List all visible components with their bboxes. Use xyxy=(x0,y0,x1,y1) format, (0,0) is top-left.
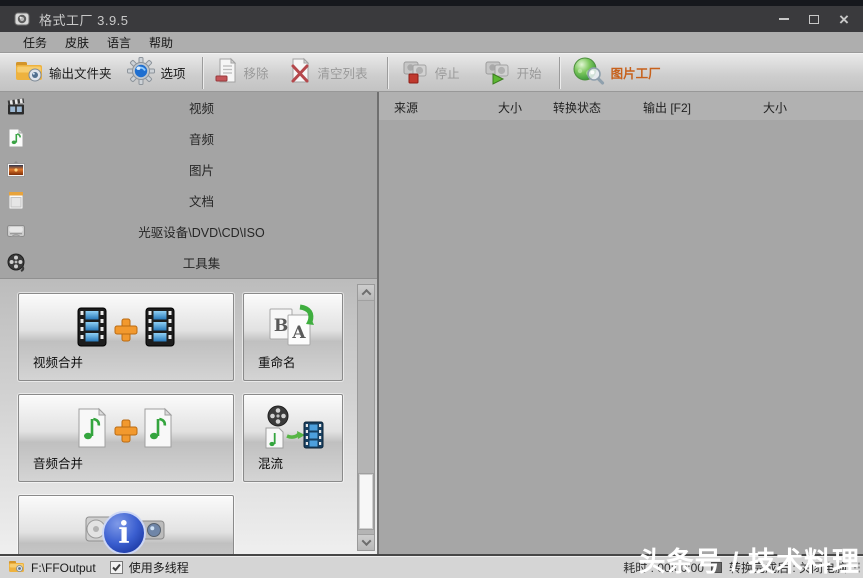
mux-tile[interactable]: 混流 xyxy=(243,394,343,482)
menu-skin[interactable]: 皮肤 xyxy=(62,33,92,52)
picture-factory-label: 图片工厂 xyxy=(611,63,661,82)
menubar: 任务 皮肤 语言 帮助 xyxy=(0,32,863,53)
disc-drive-category-icon xyxy=(6,221,26,241)
category-picture[interactable]: 图片 xyxy=(0,154,377,185)
category-disc-drive[interactable]: 光驱设备\DVD\CD\ISO xyxy=(0,216,377,247)
stop-icon xyxy=(400,57,430,88)
clear-list-button[interactable]: 清空列表 xyxy=(282,56,375,90)
scroll-down-button[interactable] xyxy=(358,534,374,550)
toolbar-separator xyxy=(202,57,203,89)
output-path: F:\FFOutput xyxy=(31,561,96,575)
svg-text:B: B xyxy=(274,316,288,336)
chevron-down-icon xyxy=(361,536,371,546)
column-source[interactable]: 来源 xyxy=(394,99,418,116)
stop-label: 停止 xyxy=(435,63,460,82)
output-folder-button[interactable]: 输出文件夹 xyxy=(7,56,119,90)
audio-merge-label: 音频合并 xyxy=(33,453,83,472)
app-icon xyxy=(14,11,30,27)
maximize-icon xyxy=(809,15,819,24)
audio-category-icon xyxy=(6,128,26,148)
file-list-panel: 来源 大小 转换状态 输出 [F2] 大小 xyxy=(379,92,863,554)
column-output[interactable]: 输出 [F2] xyxy=(643,99,691,116)
scrollbar-thumb[interactable] xyxy=(359,474,373,529)
category-list: 视频 音频 图片 文档 xyxy=(0,92,377,278)
category-label: 视频 xyxy=(0,98,377,117)
main-area: 视频 音频 图片 文档 xyxy=(0,92,863,556)
multithread-checkbox[interactable] xyxy=(110,561,123,574)
rename-icon: B A xyxy=(244,302,342,352)
clear-list-icon xyxy=(289,57,313,88)
category-document[interactable]: 文档 xyxy=(0,185,377,216)
toolset-category-icon xyxy=(6,252,26,272)
category-label: 光驱设备\DVD\CD\ISO xyxy=(0,222,377,241)
audio-merge-icon xyxy=(19,403,233,453)
video-merge-icon xyxy=(19,302,233,352)
rename-label: 重命名 xyxy=(258,352,296,371)
titlebar[interactable]: 格式工厂 3.9.5 × xyxy=(0,6,863,32)
left-panel: 视频 音频 图片 文档 xyxy=(0,92,379,554)
chevron-up-icon xyxy=(361,289,371,299)
watermark-text: 头条号 / 技术料理 xyxy=(638,548,860,577)
file-list-header: 来源 大小 转换状态 输出 [F2] 大小 xyxy=(379,92,863,120)
column-size-2[interactable]: 大小 xyxy=(763,99,787,116)
audio-merge-tile[interactable]: 音频合并 xyxy=(18,394,234,482)
remove-file-icon xyxy=(215,57,239,88)
app-window: 格式工厂 3.9.5 × 任务 皮肤 语言 帮助 输出文件夹 xyxy=(0,0,863,578)
close-icon: × xyxy=(839,11,849,28)
start-button[interactable]: 开始 xyxy=(475,56,549,90)
mux-label: 混流 xyxy=(258,453,283,472)
picture-category-icon xyxy=(6,159,26,179)
mux-icon xyxy=(244,403,342,453)
check-icon xyxy=(111,562,122,573)
remove-label: 移除 xyxy=(244,63,269,82)
start-label: 开始 xyxy=(517,63,542,82)
media-info-icon: i xyxy=(19,508,233,554)
multithread-label: 使用多线程 xyxy=(129,559,189,576)
minimize-button[interactable] xyxy=(769,7,799,31)
menu-help[interactable]: 帮助 xyxy=(146,33,176,52)
picture-factory-icon xyxy=(572,56,606,89)
start-icon xyxy=(482,57,512,88)
rename-tile[interactable]: B A 重命名 xyxy=(243,293,343,381)
clear-list-label: 清空列表 xyxy=(318,63,368,82)
menu-task[interactable]: 任务 xyxy=(20,33,50,52)
remove-button[interactable]: 移除 xyxy=(208,56,276,90)
tools-scrollbar[interactable] xyxy=(357,284,375,551)
svg-text:i: i xyxy=(118,516,129,551)
media-info-tile[interactable]: i xyxy=(18,495,234,554)
maximize-button[interactable] xyxy=(799,7,829,31)
output-folder-icon xyxy=(14,58,44,87)
menu-language[interactable]: 语言 xyxy=(104,33,134,52)
category-label: 工具集 xyxy=(0,253,377,272)
file-list-body[interactable] xyxy=(379,120,863,554)
category-video[interactable]: 视频 xyxy=(0,92,377,123)
category-label: 图片 xyxy=(0,160,377,179)
output-path-folder-icon[interactable] xyxy=(8,559,25,577)
options-gear-icon xyxy=(126,57,156,88)
svg-text:A: A xyxy=(291,323,306,343)
category-audio[interactable]: 音频 xyxy=(0,123,377,154)
video-merge-tile[interactable]: 视频合并 xyxy=(18,293,234,381)
toolset-panel: 视频合并 B A 重命名 xyxy=(0,278,377,554)
video-category-icon xyxy=(6,97,26,117)
output-folder-label: 输出文件夹 xyxy=(49,63,112,82)
minimize-icon xyxy=(779,18,789,20)
window-title: 格式工厂 3.9.5 xyxy=(39,10,769,29)
stop-button[interactable]: 停止 xyxy=(393,56,467,90)
category-label: 文档 xyxy=(0,191,377,210)
options-button[interactable]: 选项 xyxy=(119,56,193,90)
category-label: 音频 xyxy=(0,129,377,148)
options-label: 选项 xyxy=(161,63,186,82)
toolbar-separator xyxy=(387,57,388,89)
close-button[interactable]: × xyxy=(829,7,859,31)
category-toolset[interactable]: 工具集 xyxy=(0,247,377,278)
toolbar: 输出文件夹 选项 xyxy=(0,53,863,92)
picture-factory-button[interactable]: 图片工厂 xyxy=(565,56,668,90)
video-merge-label: 视频合并 xyxy=(33,352,83,371)
column-size[interactable]: 大小 xyxy=(498,99,522,116)
scroll-up-button[interactable] xyxy=(358,285,374,301)
document-category-icon xyxy=(6,190,26,210)
toolbar-separator xyxy=(559,57,560,89)
column-convert-state[interactable]: 转换状态 xyxy=(553,99,601,116)
